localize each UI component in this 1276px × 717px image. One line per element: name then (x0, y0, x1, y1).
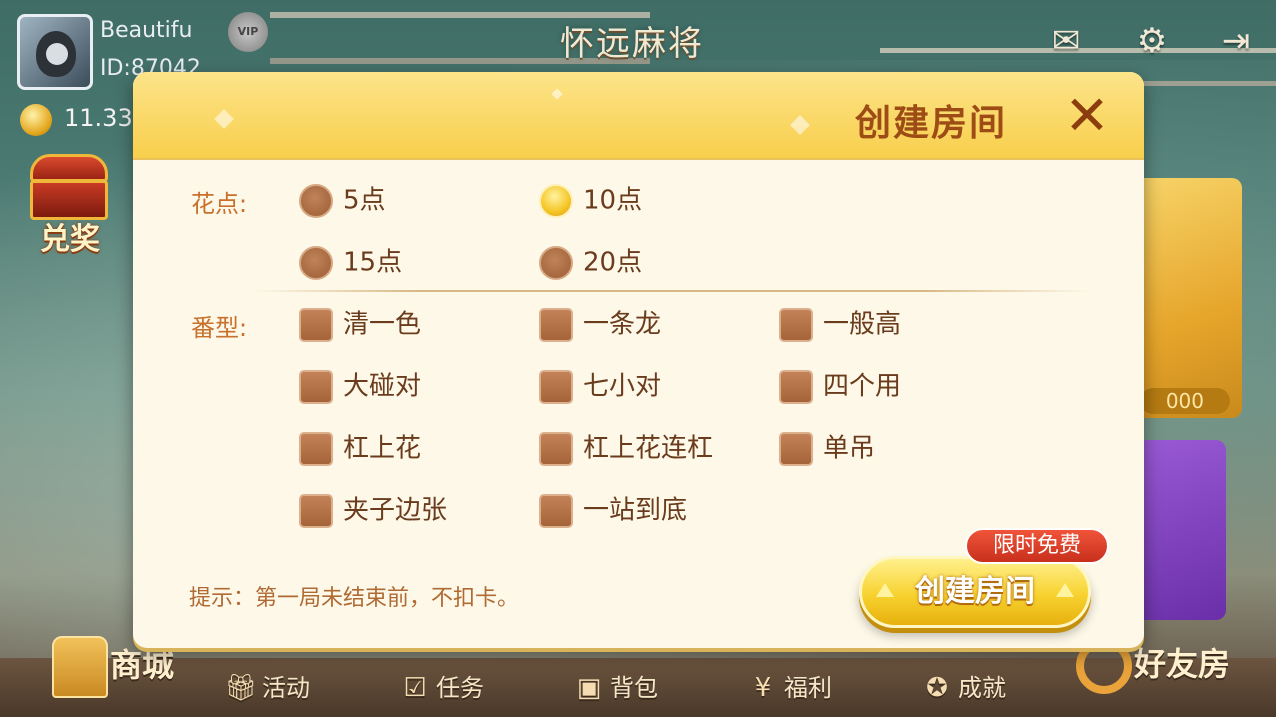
avatar-face-highlight (46, 43, 68, 65)
radio-icon (539, 245, 573, 280)
nav-bag-label: 背包 (610, 674, 658, 702)
fan-option-checkbox[interactable]: 杠上花 (299, 428, 421, 468)
checkbox-icon (539, 307, 573, 342)
fan-option-checkbox[interactable]: 夹子边张 (299, 490, 447, 530)
coin-amount: 11.33 (64, 104, 133, 132)
checkbox-icon (779, 431, 813, 466)
radio-icon (299, 245, 333, 280)
sparkle-decoration (790, 115, 810, 135)
create-room-button[interactable]: 创建房间 (859, 556, 1091, 628)
free-badge: 限时免费 (965, 528, 1109, 564)
option-label: 一条龙 (583, 309, 662, 340)
fan-option-checkbox[interactable]: 一站到底 (539, 490, 687, 530)
option-label: 5点 (343, 185, 386, 216)
nav-shop-label: 商城 (110, 646, 175, 684)
nav-task-label: 任务 (436, 674, 484, 702)
checkbox-icon (779, 369, 813, 404)
fan-label: 番型: (191, 314, 248, 342)
fan-option-checkbox[interactable]: 杠上花连杠 (539, 428, 713, 468)
vip-badge-icon[interactable]: VIP (228, 12, 268, 52)
checkbox-icon (299, 493, 333, 528)
nav-welfare-label: 福利 (784, 674, 832, 702)
chest-lid (30, 154, 108, 182)
sparkle-decoration (551, 88, 563, 100)
option-label: 四个用 (823, 371, 902, 402)
fan-option-checkbox[interactable]: 大碰对 (299, 366, 421, 406)
sparkle-decoration (214, 109, 234, 129)
flower-label: 花点: (191, 190, 248, 218)
create-room-button-label: 创建房间 (915, 574, 1035, 609)
avatar[interactable] (17, 14, 93, 90)
nav-activity[interactable]: 🎁︎ 活动 (224, 664, 310, 712)
flower-option-10[interactable]: 10点 (539, 180, 642, 220)
fan-option-checkbox[interactable]: 一般高 (779, 304, 901, 344)
close-icon[interactable]: ✕ (1055, 86, 1119, 146)
option-label: 一站到底 (583, 495, 688, 526)
task-calendar-icon: ☑ (403, 673, 427, 703)
option-label: 夹子边张 (343, 495, 448, 526)
shopping-bag-icon (52, 636, 108, 698)
nav-achievement[interactable]: ✪ 成就 (920, 664, 1006, 712)
option-label: 杠上花 (343, 433, 422, 464)
exit-icon[interactable]: ⇥ (1214, 22, 1258, 60)
nav-achievement-label: 成就 (958, 674, 1006, 702)
option-label: 清一色 (343, 309, 422, 340)
backpack-icon: ▣ (576, 673, 602, 703)
radio-selected-icon (539, 183, 573, 218)
checkbox-icon (779, 307, 813, 342)
option-label: 15点 (343, 247, 403, 278)
fan-option-checkbox[interactable]: 清一色 (299, 304, 421, 344)
nav-task[interactable]: ☑ 任务 (398, 664, 484, 712)
coin-icon (20, 104, 52, 136)
checkbox-icon (299, 431, 333, 466)
option-label: 杠上花连杠 (583, 433, 714, 464)
flower-option-15[interactable]: 15点 (299, 242, 402, 282)
nav-friend-room-label: 好友房 (1134, 645, 1231, 683)
gear-icon[interactable]: ⚙ (1130, 22, 1174, 60)
medal-icon: ✪ (926, 673, 948, 703)
gold-card-amount: 000 (1140, 388, 1230, 414)
fan-option-checkbox[interactable]: 四个用 (779, 366, 901, 406)
radio-icon (299, 183, 333, 218)
fan-option-checkbox[interactable]: 七小对 (539, 366, 661, 406)
game-title: 怀远麻将 (560, 24, 704, 64)
checkbox-icon (539, 369, 573, 404)
gift-icon: 🎁︎ (224, 673, 258, 703)
nav-activity-label: 活动 (262, 674, 310, 702)
dialog-header: 创建房间 ✕ (133, 72, 1144, 160)
tip-text: 提示：第一局未结束前，不扣卡。 (189, 586, 520, 611)
option-label: 20点 (583, 247, 643, 278)
option-label: 大碰对 (343, 371, 422, 402)
dialog-title: 创建房间 (855, 103, 1008, 144)
nav-welfare[interactable]: ¥ 福利 (746, 664, 832, 712)
checkbox-icon (299, 307, 333, 342)
user-name: Beautifu (100, 18, 193, 43)
money-bag-icon: ¥ (754, 673, 772, 703)
option-label: 七小对 (583, 371, 662, 402)
nav-bag[interactable]: ▣ 背包 (572, 664, 658, 712)
option-label: 一般高 (823, 309, 902, 340)
fan-option-checkbox[interactable]: 单吊 (779, 428, 875, 468)
fan-option-checkbox[interactable]: 一条龙 (539, 304, 661, 344)
mail-icon[interactable]: ✉ (1044, 22, 1088, 60)
create-room-dialog: 创建房间 ✕ 花点: 5点 10点 15点 20点 番型: 清一色 一条龙 一般… (133, 72, 1144, 648)
option-label: 单吊 (823, 433, 876, 464)
flower-option-20[interactable]: 20点 (539, 242, 642, 282)
checkbox-icon (539, 493, 573, 528)
flower-option-5[interactable]: 5点 (299, 180, 386, 220)
divider (253, 290, 1089, 292)
option-label: 10点 (583, 185, 643, 216)
redeem-label[interactable]: 兑奖 (40, 214, 100, 258)
checkbox-icon (539, 431, 573, 466)
checkbox-icon (299, 369, 333, 404)
